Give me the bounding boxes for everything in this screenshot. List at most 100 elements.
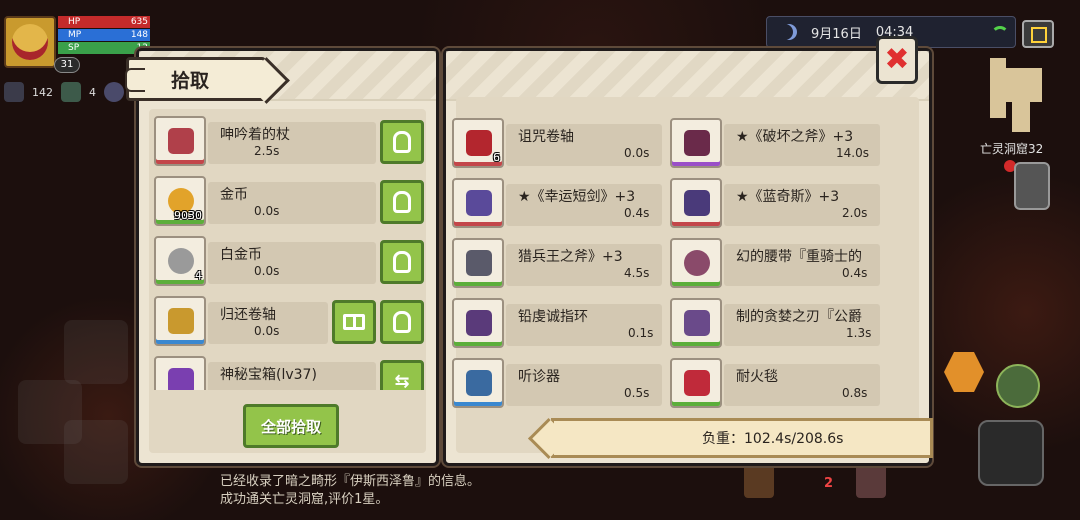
item-name: ★《幸运短剑》+3	[518, 189, 636, 205]
player-portrait[interactable]	[4, 16, 56, 68]
loot-row[interactable]: ★《蓝奇斯》+3 2.0s	[670, 178, 882, 228]
loot-row[interactable]: 9030 金币 0.0s	[154, 176, 424, 226]
item-name: 制的贪婪之刃『公爵	[736, 309, 862, 325]
item-weight: 2.5s	[254, 144, 280, 158]
potion-icon[interactable]	[856, 464, 886, 498]
return-scroll-icon	[168, 308, 194, 334]
item-name: 神秘宝箱(lv37)	[220, 367, 317, 383]
item-weight: 0.4s	[624, 206, 650, 220]
stat-icons: 142 4	[4, 82, 124, 102]
skill-button[interactable]	[944, 352, 984, 392]
loot-row[interactable]: 铅虔诚指环 0.1s	[452, 298, 664, 348]
item-slot: 4	[154, 236, 206, 286]
item-name: ★《破坏之斧》+3	[736, 129, 854, 145]
item-weight: 0.8s	[842, 386, 868, 400]
item-weight: 0.0s	[254, 324, 280, 338]
joystick-down[interactable]	[64, 420, 128, 484]
item-weight: 0.5s	[624, 386, 650, 400]
loot-row[interactable]: ★《破坏之斧》+3 14.0s	[670, 118, 882, 168]
item-name: 白金币	[220, 247, 262, 263]
weight-indicator: 负重：102.4s/208.6s	[551, 418, 933, 458]
loot-row[interactable]: 4 白金币 0.0s	[154, 236, 424, 286]
scroll-ribbon-icon	[125, 68, 145, 92]
hand-icon	[393, 311, 411, 333]
item-name: 呻吟着的杖	[220, 127, 290, 143]
stat1-value: 142	[32, 85, 53, 99]
item-weight: 2.0s	[842, 206, 868, 220]
item-name: 诅咒卷轴	[518, 129, 574, 145]
axe-icon	[466, 250, 492, 276]
loot-row[interactable]: 耐火毯 0.8s	[670, 358, 882, 408]
loot-row[interactable]: 制的贪婪之刃『公爵 1.3s	[670, 298, 882, 348]
minimap-room	[1006, 68, 1042, 102]
pickup-button[interactable]	[380, 240, 424, 284]
item-weight: 4.5s	[624, 266, 650, 280]
date-text: 9月16日	[811, 26, 862, 42]
pet-paw-button[interactable]	[996, 364, 1040, 408]
level-badge: 31	[54, 57, 80, 73]
mp-bar: MP 148	[58, 29, 150, 41]
weapon-bow-button[interactable]	[978, 420, 1044, 486]
item-slot	[670, 298, 722, 348]
item-slot	[670, 238, 722, 288]
item-name: 听诊器	[518, 369, 560, 385]
curse-scroll-icon	[466, 130, 492, 156]
pick-all-button[interactable]: 全部拾取	[243, 404, 339, 448]
close-button[interactable]: ✖	[876, 36, 918, 84]
rune-icon	[4, 82, 24, 102]
loot-row[interactable]: 神秘宝箱(lv37) ⇆	[154, 356, 424, 390]
read-button[interactable]	[332, 300, 376, 344]
hand-icon	[393, 131, 411, 153]
item-slot	[452, 358, 504, 408]
item-name: ★《蓝奇斯》+3	[736, 189, 840, 205]
loot-row[interactable]: 猎兵王之斧》+3 4.5s	[452, 238, 664, 288]
left-scroll-area[interactable]: 呻吟着的杖 2.5s 9030 金币 0.0s 4 白金币 0.0s 归还卷轴 …	[150, 110, 430, 390]
log-message-1: 已经收录了暗之畸形『伊斯西泽鲁』的信息。	[220, 474, 481, 489]
item-slot	[452, 178, 504, 228]
loot-row[interactable]: 6 诅咒卷轴 0.0s	[452, 118, 664, 168]
item-weight: 0.1s	[628, 326, 654, 340]
loot-row[interactable]: ★《幸运短剑》+3 0.4s	[452, 178, 664, 228]
open-button[interactable]: ⇆	[380, 360, 424, 390]
belt-icon	[684, 250, 710, 276]
dungeon-name: 亡灵洞窟32	[980, 142, 1044, 156]
item-slot: 9030	[154, 176, 206, 226]
pickup-button[interactable]	[380, 300, 424, 344]
loot-row[interactable]: 归还卷轴 0.0s	[154, 296, 424, 346]
item-weight: 0.0s	[624, 146, 650, 160]
moon-icon	[781, 24, 797, 40]
bag-icon[interactable]	[744, 464, 774, 498]
item-slot	[154, 116, 206, 166]
hand-icon	[393, 191, 411, 213]
loot-row[interactable]: 听诊器 0.5s	[452, 358, 664, 408]
pickup-button[interactable]	[380, 120, 424, 164]
item-slot	[452, 298, 504, 348]
loot-row[interactable]: 幻的腰带『重骑士的 0.4s	[670, 238, 882, 288]
swap-arrow-icon: ⇆	[394, 371, 410, 391]
wifi-icon	[991, 26, 1009, 38]
halberd-icon	[684, 190, 710, 216]
item-weight: 14.0s	[836, 146, 869, 160]
minimap[interactable]	[982, 58, 1046, 136]
item-weight: 0.0s	[254, 264, 280, 278]
item-name: 猎兵王之斧》+3	[518, 249, 623, 265]
exit-button[interactable]	[1022, 20, 1054, 48]
pickup-button[interactable]	[380, 180, 424, 224]
panel-title: 拾取	[125, 57, 266, 101]
item-name: 耐火毯	[736, 369, 778, 385]
item-weight: 0.4s	[842, 266, 868, 280]
minimap-room	[990, 58, 1006, 118]
loot-row[interactable]: 呻吟着的杖 2.5s	[154, 116, 424, 166]
ring-icon	[466, 310, 492, 336]
platinum-coin-icon	[168, 248, 194, 274]
hp-bar: HP 635	[58, 16, 150, 28]
bottom-counter: 2	[824, 476, 834, 491]
stat2-value: 4	[89, 85, 96, 99]
joystick-up[interactable]	[64, 320, 128, 384]
fire-blanket-icon	[684, 370, 710, 396]
dagger-icon	[466, 190, 492, 216]
item-slot	[154, 356, 206, 390]
hand-icon	[393, 251, 411, 273]
item-name: 归还卷轴	[220, 307, 276, 323]
phone-icon[interactable]	[1014, 162, 1050, 210]
